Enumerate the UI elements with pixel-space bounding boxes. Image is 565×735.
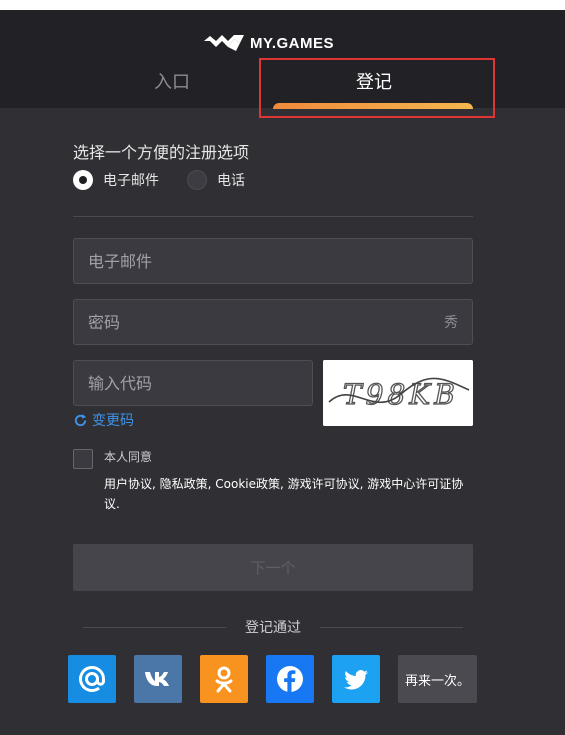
odnoklassniki-icon: [215, 666, 233, 693]
radio-email-label[interactable]: 电子邮件: [103, 170, 159, 190]
email-field-wrapper: [73, 238, 473, 284]
social-signup-title: 登记通过: [245, 620, 301, 636]
divider: [73, 216, 473, 217]
show-password-toggle[interactable]: 秀: [444, 312, 458, 332]
captcha-icon: T98KB: [323, 360, 473, 426]
consent-checkbox[interactable]: [73, 449, 93, 469]
vk-button[interactable]: [134, 655, 182, 703]
registration-page: MY.GAMES 入口 登记 选择一个方便的注册选项 电子邮件 电话 秀 T98…: [0, 10, 565, 735]
captcha-image: T98KB: [323, 360, 473, 426]
my-games-logo-icon: [204, 35, 244, 51]
odnoklassniki-button[interactable]: [200, 655, 248, 703]
captcha-code-field[interactable]: [74, 361, 312, 405]
vk-icon: [145, 672, 169, 686]
captcha-field-wrapper: [73, 360, 313, 406]
mail-ru-button[interactable]: [68, 655, 116, 703]
password-field[interactable]: [74, 300, 472, 344]
register-tab-highlight: [259, 58, 495, 118]
radio-phone-label[interactable]: 电话: [217, 170, 245, 190]
brand-logo: MY.GAMES: [204, 32, 334, 54]
refresh-captcha-link[interactable]: 变更码: [73, 410, 134, 430]
social-divider-left: [83, 627, 226, 628]
refresh-captcha-label[interactable]: 变更码: [92, 410, 134, 430]
facebook-icon: [277, 666, 303, 692]
email-field[interactable]: [74, 239, 472, 283]
consent-links[interactable]: 用户协议, 隐私政策, Cookie政策, 游戏许可协议, 游戏中心许可证协议.: [104, 474, 474, 514]
twitter-button[interactable]: [332, 655, 380, 703]
brand-name: MY.GAMES: [250, 34, 335, 52]
radio-email[interactable]: [73, 170, 93, 190]
twitter-icon: [344, 670, 368, 690]
refresh-icon: [74, 413, 87, 426]
header: MY.GAMES 入口 登记: [0, 10, 565, 118]
social-divider-right: [320, 627, 463, 628]
retry-button[interactable]: 再来一次。: [398, 655, 477, 703]
radio-phone[interactable]: [187, 170, 207, 190]
next-button[interactable]: 下一个: [73, 544, 473, 591]
facebook-button[interactable]: [266, 655, 314, 703]
registration-option-group: 电子邮件 电话: [73, 170, 245, 190]
consent-label: 本人同意: [104, 450, 153, 464]
tab-login[interactable]: 入口: [142, 68, 202, 108]
password-field-wrapper: 秀: [73, 299, 473, 345]
registration-option-label: 选择一个方便的注册选项: [73, 143, 250, 162]
mail-ru-icon: [79, 666, 105, 692]
